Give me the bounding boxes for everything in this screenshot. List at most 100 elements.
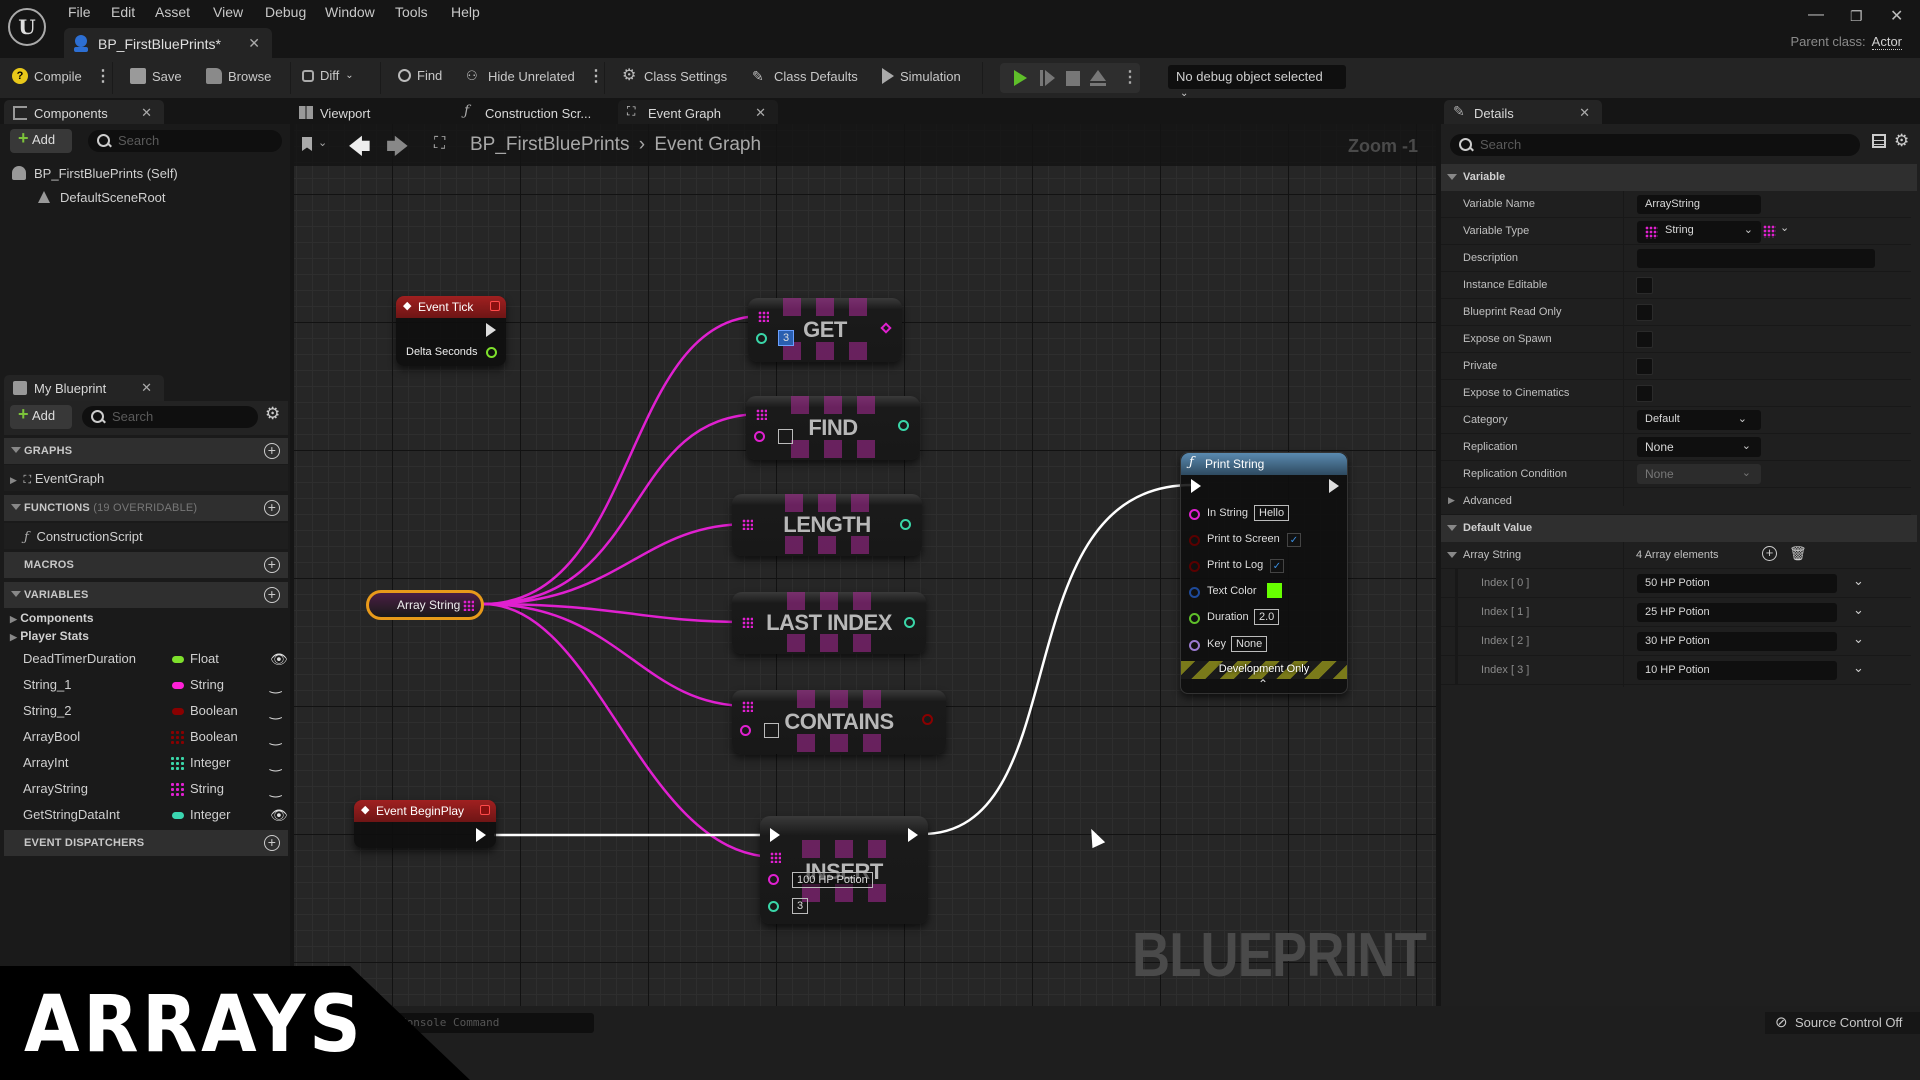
variable-node-label: Array String: [397, 598, 461, 612]
node-contains[interactable]: CONTAINS: [732, 690, 946, 754]
exec-in-pin[interactable]: [770, 828, 780, 842]
node-find[interactable]: FIND: [746, 396, 920, 460]
details-search-input[interactable]: Search: [1450, 134, 1860, 156]
in-string-pin[interactable]: [1189, 509, 1200, 520]
contains-item-input[interactable]: [764, 723, 779, 738]
array-in-pin[interactable]: [758, 311, 769, 322]
checkbox[interactable]: [1636, 385, 1653, 402]
description-input[interactable]: [1637, 249, 1875, 268]
array-pattern: [797, 690, 881, 708]
array-in-pin[interactable]: [742, 701, 753, 712]
row-advanced[interactable]: ▶ Advanced: [1441, 488, 1911, 515]
row-label: Instance Editable: [1463, 279, 1548, 291]
category-dropdown[interactable]: Default ⌄: [1637, 410, 1761, 430]
element-options-chevron-icon[interactable]: ⌄: [1853, 631, 1864, 647]
exec-out-pin[interactable]: [486, 323, 496, 337]
result-out-pin[interactable]: [922, 714, 933, 725]
checkbox[interactable]: [1636, 358, 1653, 375]
array-in-pin[interactable]: [742, 617, 753, 628]
variable-name-input[interactable]: ArrayString: [1637, 195, 1761, 214]
delta-seconds-pin[interactable]: [486, 347, 497, 358]
node-header: ƒ Print String: [1181, 453, 1347, 475]
details-section-default-value[interactable]: Default Value: [1441, 515, 1917, 542]
node-last-index[interactable]: LAST INDEX: [732, 592, 926, 654]
checkbox[interactable]: [1636, 277, 1653, 294]
element-value-input[interactable]: 30 HP Potion: [1637, 632, 1837, 651]
exec-out-pin[interactable]: [1329, 479, 1339, 493]
element-index: Index [ 0 ]: [1481, 577, 1530, 589]
chevron-down-icon: ⌄: [1741, 440, 1751, 452]
exec-out-pin[interactable]: [476, 828, 486, 842]
key-pin[interactable]: [1189, 640, 1200, 651]
text-color-swatch[interactable]: [1267, 583, 1282, 598]
item-in-pin[interactable]: [768, 874, 779, 885]
find-item-input[interactable]: [778, 429, 793, 444]
element-options-chevron-icon[interactable]: ⌄: [1853, 573, 1864, 589]
title-overlay-text: ARRAYS: [24, 980, 365, 1070]
container-type-icon[interactable]: [1763, 225, 1776, 238]
index-out-pin[interactable]: [898, 420, 909, 431]
add-element-icon[interactable]: +: [1762, 546, 1777, 561]
exec-in-pin[interactable]: [1191, 479, 1201, 493]
table-view-icon[interactable]: [1872, 134, 1886, 148]
row-label: Array String: [1463, 549, 1522, 561]
element-value-input[interactable]: 10 HP Potion: [1637, 661, 1837, 680]
duration-pin[interactable]: [1189, 613, 1200, 624]
element-value-input[interactable]: 50 HP Potion: [1637, 574, 1837, 593]
print-to-log-pin[interactable]: [1189, 561, 1200, 572]
array-in-pin[interactable]: [770, 852, 781, 863]
insert-index-input[interactable]: 3: [792, 898, 809, 914]
item-in-pin[interactable]: [740, 725, 751, 736]
item-in-pin[interactable]: [754, 431, 765, 442]
node-title: Event Tick: [418, 300, 474, 314]
get-index-input[interactable]: 3: [778, 330, 795, 346]
event-stop-icon: [480, 805, 490, 815]
element-options-chevron-icon[interactable]: ⌄: [1853, 660, 1864, 676]
array-in-pin[interactable]: [756, 409, 767, 420]
index-in-pin[interactable]: [756, 333, 767, 344]
text-color-pin[interactable]: [1189, 587, 1200, 598]
variable-type-dropdown[interactable]: String ⌄: [1637, 221, 1761, 243]
collapse-arrow-icon[interactable]: [1447, 552, 1457, 558]
print-to-screen-pin[interactable]: [1189, 535, 1200, 546]
wire-array-to-contains: [482, 602, 749, 708]
length-out-pin[interactable]: [900, 519, 911, 530]
exec-out-pin[interactable]: [908, 828, 918, 842]
checkbox[interactable]: [1636, 331, 1653, 348]
chevron-down-icon[interactable]: ⌄: [1780, 221, 1789, 234]
node-insert[interactable]: INSERT 100 HP Potion 3: [760, 816, 928, 924]
node-array-string-variable[interactable]: Array String: [366, 590, 484, 620]
node-event-beginplay[interactable]: Event BeginPlay: [354, 800, 496, 848]
print-to-log-checkbox[interactable]: ✓: [1270, 559, 1284, 573]
node-length[interactable]: LENGTH: [732, 494, 922, 556]
text-color-label: Text Color: [1207, 585, 1257, 597]
console-command-input[interactable]: Console Command: [392, 1013, 594, 1033]
print-to-screen-checkbox[interactable]: ✓: [1287, 533, 1301, 547]
array-out-pin[interactable]: [463, 600, 474, 611]
element-value: 30 HP Potion: [1645, 635, 1710, 647]
index-in-pin[interactable]: [768, 901, 779, 912]
node-print-string[interactable]: ƒ Print String In String Hello Print to …: [1180, 452, 1348, 694]
replication-dropdown[interactable]: None ⌄: [1637, 437, 1761, 457]
details-section-variable[interactable]: Variable: [1441, 164, 1917, 191]
duration-input[interactable]: 2.0: [1254, 609, 1280, 625]
array-in-pin[interactable]: [742, 519, 753, 530]
node-get[interactable]: GET 3: [748, 298, 902, 362]
gear-icon[interactable]: ⚙: [1894, 131, 1909, 151]
in-string-input[interactable]: Hello: [1254, 505, 1290, 521]
element-options-chevron-icon[interactable]: ⌄: [1853, 602, 1864, 618]
element-value-input[interactable]: 25 HP Potion: [1637, 603, 1837, 622]
insert-item-input[interactable]: 100 HP Potion: [792, 872, 873, 888]
source-control-button[interactable]: Source Control Off: [1765, 1012, 1920, 1034]
last-index-out-pin[interactable]: [904, 617, 915, 628]
checkbox[interactable]: [1636, 304, 1653, 321]
node-header: Event BeginPlay: [354, 800, 496, 822]
key-input[interactable]: None: [1231, 636, 1268, 652]
trash-icon[interactable]: 🗑: [1789, 545, 1807, 562]
variable-name-value: ArrayString: [1645, 198, 1701, 210]
delta-seconds-label: Delta Seconds: [406, 346, 478, 358]
array-pattern: [791, 440, 875, 458]
collapse-chevron-icon[interactable]: ⌃: [1258, 677, 1268, 691]
array-pattern: [785, 536, 869, 554]
node-event-tick[interactable]: Event Tick Delta Seconds: [396, 296, 506, 366]
